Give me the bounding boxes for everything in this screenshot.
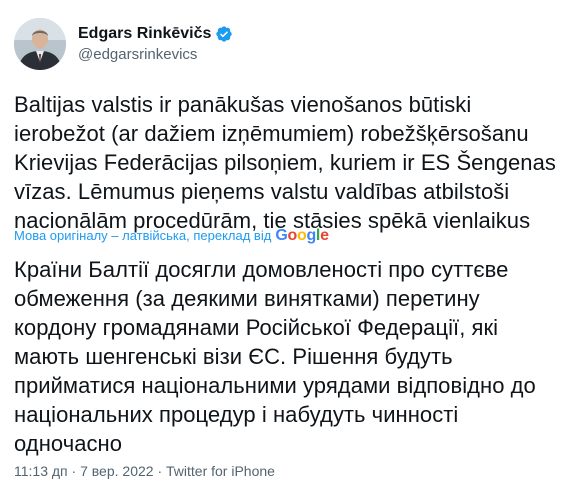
tweet-date[interactable]: 7 вер. 2022 xyxy=(80,463,153,479)
author-display-name[interactable]: Edgars Rinkēvičs xyxy=(78,24,211,44)
meta-separator: · xyxy=(157,463,163,479)
translation-attribution[interactable]: Мова оригіналу – латвійська, переклад ві… xyxy=(14,227,329,245)
tweet-original-text: Baltijas valstis ir panākušas vienošanos… xyxy=(14,92,556,233)
tweet-card: Edgars Rinkēvičs @edgarsrinkevics Baltij… xyxy=(0,0,576,491)
name-row: Edgars Rinkēvičs xyxy=(78,24,233,44)
profile-photo-icon xyxy=(14,18,66,70)
author-names: Edgars Rinkēvičs @edgarsrinkevics xyxy=(78,24,233,65)
tweet-source[interactable]: Twitter for iPhone xyxy=(166,463,275,479)
meta-separator: · xyxy=(71,463,77,479)
google-logo-icon: Google xyxy=(275,227,329,244)
tweet-translated-text: Країни Балтії досягли домовленості про с… xyxy=(14,257,536,456)
tweet-header: Edgars Rinkēvičs @edgarsrinkevics xyxy=(14,16,233,72)
translation-note-text: Мова оригіналу – латвійська, переклад ві… xyxy=(14,228,272,243)
avatar[interactable] xyxy=(14,18,66,70)
tweet-time[interactable]: 11:13 дп xyxy=(14,463,68,479)
verified-badge-icon xyxy=(215,25,233,43)
author-handle[interactable]: @edgarsrinkevics xyxy=(78,45,233,65)
tweet-meta: 11:13 дп · 7 вер. 2022 · Twitter for iPh… xyxy=(14,462,275,480)
